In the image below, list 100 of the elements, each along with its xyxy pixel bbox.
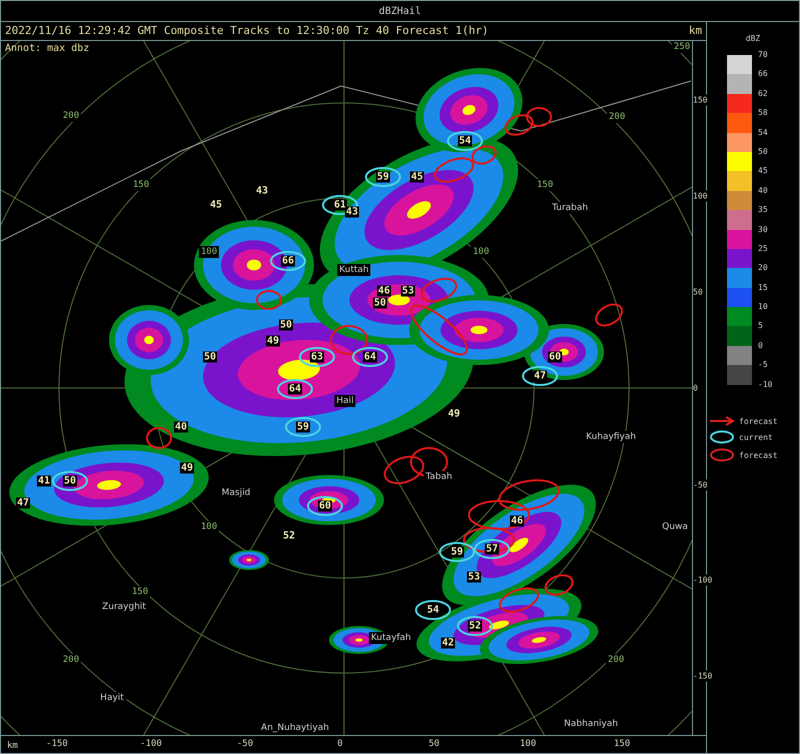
cell-value-label: 57: [484, 543, 500, 554]
cell-value-label: 41: [36, 475, 52, 486]
current-track-ellipse: [307, 496, 343, 516]
place-label: Quwa: [660, 520, 690, 533]
range-ring-label: 100: [470, 246, 492, 258]
cell-value-label: 59: [296, 421, 310, 432]
place-label: Masjid: [220, 486, 252, 499]
axis-tick-label: -100: [140, 738, 162, 749]
cell-value-label: 45: [410, 171, 424, 182]
window-title: dBZHail: [1, 1, 799, 22]
current-track-ellipse: [270, 250, 306, 271]
cell-value-label: 52: [282, 530, 296, 542]
level-label: 54: [758, 128, 769, 139]
cell-value-label: 54: [458, 135, 472, 146]
cell-value-label: 66: [280, 255, 296, 266]
cell-value-label: 49: [266, 335, 280, 346]
cell-value-label: 49: [180, 462, 194, 474]
level-label: -10: [758, 380, 772, 391]
axis-tick-label: -150: [693, 670, 712, 682]
place-label: Nabhaniyah: [562, 718, 620, 730]
current-track-ellipse: [285, 416, 321, 437]
level-label: 62: [758, 90, 769, 100]
level-label: 50: [758, 148, 769, 158]
axis-tick-label: 100: [693, 190, 708, 202]
current-track-ellipse: [457, 616, 493, 636]
cell-value-label: 43: [254, 185, 270, 196]
level-label: 0: [758, 342, 764, 352]
place-label: Hayit: [98, 692, 126, 704]
range-ring-label: 100: [198, 520, 220, 533]
level-label: 15: [758, 284, 769, 294]
level-label: 45: [758, 167, 769, 178]
range-ring-label: 150: [534, 178, 556, 191]
axis-tick-label: 50: [693, 286, 703, 298]
current-track-ellipse: [322, 194, 358, 215]
current-track-ellipse: [277, 378, 313, 399]
level-label: 70: [758, 51, 769, 61]
cell-value-label: 46: [510, 515, 524, 526]
cell-value-label: 47: [532, 370, 548, 382]
axis-tick-label: 150: [614, 738, 630, 749]
legend-title: dBZ: [746, 34, 760, 43]
cell-value-label: 46: [376, 285, 392, 296]
annotation-label: Annot: max dbz: [5, 42, 90, 54]
cell-value-label: 60: [318, 500, 332, 512]
cell-value-label: 64: [288, 383, 302, 394]
level-label: 25: [758, 244, 769, 255]
axis-tick-label: 100: [520, 738, 536, 749]
current-track-ellipse: [415, 600, 451, 620]
level-label: -5: [758, 361, 769, 372]
range-ring-label: 100: [198, 246, 220, 258]
cell-value-label: 59: [450, 546, 464, 558]
level-label: 40: [758, 186, 769, 197]
current-track-ellipse: [299, 346, 335, 367]
level-label: 58: [758, 109, 769, 120]
ellipse-icon: [709, 430, 735, 444]
key-label: forecast: [739, 416, 778, 426]
current-track-ellipse: [439, 542, 475, 562]
axis-tick-label: 0: [693, 382, 698, 394]
current-track-ellipse: [52, 470, 88, 491]
level-label: 10: [758, 303, 769, 314]
cell-value-label: 40: [174, 421, 188, 432]
range-ring-label: 150: [130, 178, 152, 191]
range-ring-label: 200: [60, 110, 82, 122]
level-label: 30: [758, 226, 769, 236]
cell-value-label: 53: [466, 571, 482, 582]
place-label: Kutayfah: [369, 632, 413, 644]
range-ring-label: 200: [60, 654, 82, 666]
arrow-icon: [709, 416, 735, 426]
current-track-ellipse: [365, 166, 401, 187]
range-ring-label: 200: [606, 110, 628, 123]
cell-value-label: 50: [62, 475, 78, 486]
axis-tick-label: -50: [236, 738, 254, 749]
range-ring-label: 150: [130, 586, 150, 598]
range-ring-label: 250: [672, 40, 692, 53]
unit-label: km: [688, 24, 702, 38]
cell-value-label: 47: [16, 497, 30, 508]
cell-value-label: 54: [426, 604, 440, 616]
place-label: Kuttah: [337, 264, 371, 276]
cell-value-label: 42: [440, 637, 456, 648]
axis-tick-label: -50: [693, 479, 708, 490]
current-track-ellipse: [522, 366, 558, 386]
current-track-ellipse: [474, 538, 510, 559]
range-ring-label: 200: [606, 654, 626, 666]
axis-tick-label: 0: [337, 738, 343, 749]
key-label: current: [739, 432, 773, 442]
axis-tick-label: 150: [693, 94, 708, 106]
axis-tick-label: -100: [693, 574, 712, 586]
cell-value-label: 64: [362, 351, 378, 362]
cell-value-label: 53: [400, 285, 416, 296]
header-caption: 2022/11/16 12:29:42 GMT Composite Tracks to 12:30:00 Tz 40 Forecast 1(hr): [5, 24, 488, 38]
cell-value-label: 59: [376, 171, 390, 182]
place-label: An_Nuhaytiyah: [259, 722, 331, 734]
key-label: forecast: [739, 450, 778, 460]
level-label: 20: [758, 264, 769, 274]
cell-value-label: 45: [208, 199, 224, 210]
place-label: Kuhayfiyah: [584, 430, 638, 443]
cell-value-label: 49: [446, 408, 462, 420]
cell-value-label: 50: [202, 351, 218, 362]
cell-value-label: 43: [344, 206, 360, 218]
current-track-ellipse: [352, 346, 388, 367]
cell-value-label: 52: [468, 620, 482, 632]
